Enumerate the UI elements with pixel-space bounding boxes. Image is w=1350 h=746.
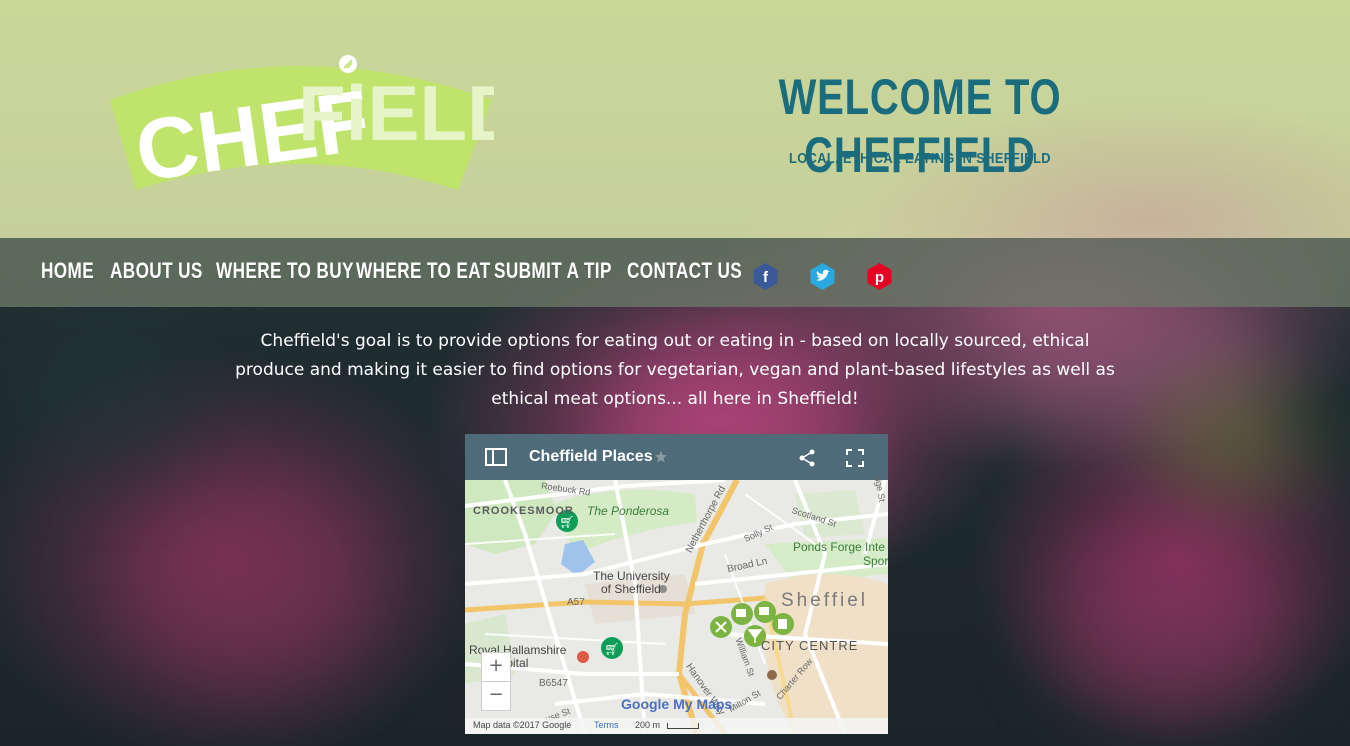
nav-contact-us[interactable]: CONTACT US	[627, 258, 742, 284]
google-my-maps-logo: Google My Maps	[621, 696, 733, 712]
map-legend-icon[interactable]	[485, 448, 507, 466]
map-marker-cafe-2	[754, 601, 776, 623]
map-label: Ponds Forge Inte	[793, 540, 886, 554]
map-label: Spor	[863, 554, 888, 568]
logo-text-field: FiELD	[298, 69, 494, 157]
leaf-icon	[339, 55, 357, 73]
zoom-out-button[interactable]: −	[481, 681, 511, 711]
svg-text:p: p	[875, 269, 884, 286]
twitter-icon[interactable]	[809, 263, 836, 290]
map-toolbar: Cheffield Places	[465, 434, 888, 480]
map-label: CITY CENTRE	[761, 638, 859, 653]
nav-home[interactable]: HOME	[41, 258, 94, 284]
page-tagline: LOCAL, ETHICAL EATING IN SHEFFIELD	[789, 150, 1051, 167]
map-label: Sheffiel	[781, 590, 869, 611]
map-label: CROOKESMOOR	[473, 505, 574, 517]
embedded-map[interactable]: 🛒︎ 🛒︎ Cheffield Places CROOKESMOOR The P…	[465, 434, 888, 734]
map-marker-shop	[772, 613, 794, 635]
nav-about-us[interactable]: ABOUT US	[110, 258, 203, 284]
zoom-in-button[interactable]: +	[481, 652, 511, 682]
svg-text:🛒︎: 🛒︎	[604, 642, 619, 656]
map-marker-cart-2: 🛒︎	[601, 637, 623, 659]
intro-text: Cheffield's goal is to provide options f…	[235, 331, 1115, 409]
star-icon[interactable]	[655, 451, 667, 463]
fullscreen-icon[interactable]	[845, 448, 865, 468]
map-label: of Sheffield	[601, 582, 661, 596]
map-label: A57	[567, 597, 585, 608]
poi-icon	[767, 670, 777, 680]
map-footer: Map data ©2017 Google Terms 200 m	[465, 718, 888, 734]
share-icon[interactable]	[798, 449, 816, 467]
map-terms-link[interactable]: Terms	[594, 720, 619, 730]
pinterest-icon[interactable]: p	[866, 263, 893, 290]
facebook-icon[interactable]: f	[752, 263, 779, 290]
cheffield-logo[interactable]: CHEF FiELD	[108, 42, 523, 200]
map-scale-label: 200 m	[635, 720, 661, 730]
map-title: Cheffield Places	[529, 448, 653, 465]
map-attribution: Map data ©2017 Google	[473, 720, 572, 730]
map-marker-cafe-1	[731, 603, 753, 625]
map-label: The Ponderosa	[587, 504, 670, 518]
nav-submit-a-tip[interactable]: SUBMIT A TIP	[494, 258, 612, 284]
svg-text:🛒︎: 🛒︎	[559, 515, 574, 529]
map-label: B6547	[539, 678, 568, 689]
main-nav: HOME ABOUT US WHERE TO BUY WHERE TO EAT …	[0, 238, 1350, 307]
nav-where-to-eat[interactable]: WHERE TO EAT	[356, 258, 491, 284]
map-label: The University	[593, 569, 670, 583]
map-scale-bar	[667, 723, 699, 729]
map-marker-restaurant	[710, 616, 732, 638]
nav-where-to-buy[interactable]: WHERE TO BUY	[216, 258, 354, 284]
hospital-icon	[577, 651, 589, 663]
